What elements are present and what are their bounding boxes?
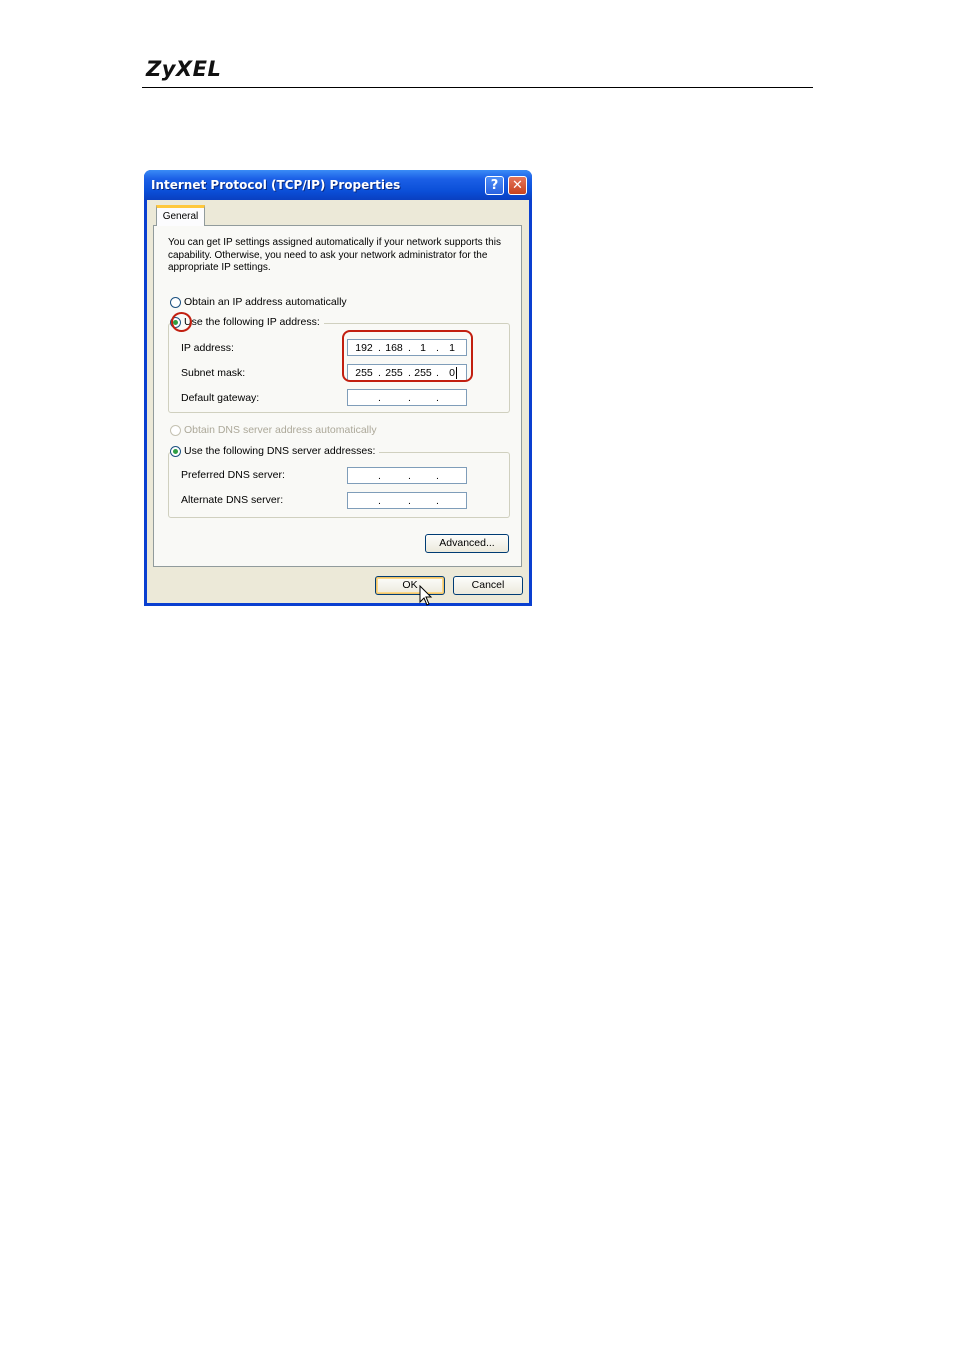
obtain-ip-auto-radio[interactable] [170,296,181,308]
header-divider [142,87,813,88]
use-following-ip-label: Use the following IP address: [184,316,320,328]
help-icon: ? [490,178,499,193]
gw-dot: . [378,392,381,404]
pdns-dot: . [378,470,381,482]
preferred-dns-input[interactable]: . . . [347,467,467,484]
radio-highlight-circle [171,312,192,332]
tab-general[interactable]: General [156,205,205,226]
pdns-dot: . [436,470,439,482]
default-gateway-input[interactable]: . . . [347,389,467,406]
default-gateway-label: Default gateway: [181,392,260,404]
subnet-mask-label: Subnet mask: [181,367,246,379]
close-icon: ✕ [512,178,523,193]
close-button[interactable]: ✕ [508,176,527,195]
gw-dot: . [436,392,439,404]
use-following-ip-option[interactable]: Use the following IP address: [170,316,324,328]
adns-dot: . [408,495,411,507]
zyxel-logo: ZyXEL [146,57,222,81]
ok-button[interactable]: OK [375,576,445,595]
alternate-dns-input[interactable]: . . . [347,492,467,509]
obtain-dns-auto-label: Obtain DNS server address automatically [184,424,377,436]
mouse-cursor-icon [419,585,433,606]
intro-text: You can get IP settings assigned automat… [168,237,501,273]
obtain-dns-auto-option: Obtain DNS server address automatically [170,424,377,436]
dialog-titlebar[interactable]: Internet Protocol (TCP/IP) Properties ? … [144,170,532,200]
pdns-dot: . [408,470,411,482]
obtain-ip-auto-option[interactable]: Obtain an IP address automatically [170,296,347,308]
adns-dot: . [436,495,439,507]
dns-server-group: Preferred DNS server: . . . Alternate DN… [168,452,510,518]
adns-dot: . [378,495,381,507]
ip-address-label: IP address: [181,342,234,354]
preferred-dns-label: Preferred DNS server: [181,469,285,481]
tcpip-properties-dialog: Internet Protocol (TCP/IP) Properties ? … [144,170,532,606]
obtain-dns-auto-radio [170,424,181,436]
dialog-body: General You can get IP settings assigned… [147,200,529,603]
cancel-button[interactable]: Cancel [453,576,523,595]
use-following-dns-radio[interactable] [170,445,181,457]
use-following-dns-label: Use the following DNS server addresses: [184,445,376,457]
alternate-dns-label: Alternate DNS server: [181,494,284,506]
dialog-title: Internet Protocol (TCP/IP) Properties [151,178,401,192]
help-button[interactable]: ? [485,176,504,195]
advanced-button[interactable]: Advanced... [425,534,509,553]
ip-fields-highlight-box [342,330,473,382]
general-tab-panel: You can get IP settings assigned automat… [153,225,522,567]
gw-dot: . [408,392,411,404]
use-following-dns-option[interactable]: Use the following DNS server addresses: [170,445,380,457]
obtain-ip-auto-label: Obtain an IP address automatically [184,296,347,308]
